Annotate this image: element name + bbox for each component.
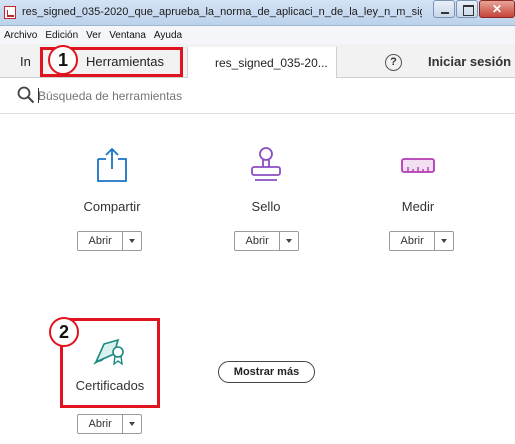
window-title: res_signed_035-2020_que_aprueba_la_norma… [22, 6, 422, 18]
tool-search-row [0, 78, 515, 114]
close-button[interactable] [479, 0, 515, 18]
abrir-medir-button[interactable]: Abrir [390, 232, 436, 250]
share-icon [97, 147, 127, 182]
menu-ver[interactable]: Ver [86, 30, 101, 41]
chevron-down-icon[interactable] [123, 232, 141, 250]
search-icon [17, 86, 35, 104]
help-icon[interactable]: ? [385, 54, 402, 71]
tab-document-label: res_signed_035-20... [215, 56, 328, 70]
abrir-certificados-split[interactable]: Abrir [77, 414, 142, 434]
tool-compartir[interactable]: Compartir [52, 145, 172, 214]
show-more-button[interactable]: Mostrar más [218, 361, 315, 383]
tool-medir[interactable]: Medir [358, 145, 478, 214]
tool-certificados-name: Certificados [75, 378, 145, 393]
window-controls [432, 0, 515, 20]
abrir-compartir-split[interactable]: Abrir [77, 231, 142, 251]
tab-herramientas-label[interactable]: Herramientas [86, 54, 164, 69]
tool-compartir-name: Compartir [83, 199, 141, 214]
title-bar: res_signed_035-2020_que_aprueba_la_norma… [0, 0, 515, 26]
certificate-icon [93, 338, 124, 366]
ruler-icon [401, 158, 435, 173]
tool-sello-name: Sello [251, 199, 281, 214]
acrobat-window: res_signed_035-2020_que_aprueba_la_norma… [0, 0, 515, 444]
abrir-compartir-button[interactable]: Abrir [78, 232, 124, 250]
tool-sello[interactable]: Sello [206, 145, 326, 214]
abrir-sello-split[interactable]: Abrir [234, 231, 299, 251]
signin-link[interactable]: Iniciar sesión [428, 54, 511, 69]
tab-inicio[interactable]: In [20, 54, 31, 69]
menu-ventana[interactable]: Ventana [109, 30, 146, 41]
stamp-icon [251, 147, 281, 181]
abrir-medir-split[interactable]: Abrir [389, 231, 454, 251]
minimize-button[interactable] [433, 0, 455, 18]
tab-document[interactable]: res_signed_035-20... [187, 47, 337, 78]
step-1-badge: 1 [48, 45, 78, 75]
step-2-badge: 2 [49, 317, 79, 347]
menu-edicion[interactable]: Edición [45, 30, 78, 41]
chevron-down-icon[interactable] [280, 232, 298, 250]
menu-ayuda[interactable]: Ayuda [154, 30, 182, 41]
abrir-certificados-button[interactable]: Abrir [78, 415, 124, 433]
menu-archivo[interactable]: Archivo [4, 30, 37, 41]
chevron-down-icon[interactable] [435, 232, 453, 250]
pdf-app-icon [4, 6, 16, 19]
tool-search-input[interactable] [38, 86, 338, 106]
menu-bar: Archivo Edición Ver Ventana Ayuda [0, 26, 515, 44]
tool-medir-name: Medir [401, 199, 435, 214]
maximize-button[interactable] [456, 0, 478, 18]
text-caret [38, 88, 39, 103]
chevron-down-icon[interactable] [123, 415, 141, 433]
abrir-sello-button[interactable]: Abrir [235, 232, 281, 250]
